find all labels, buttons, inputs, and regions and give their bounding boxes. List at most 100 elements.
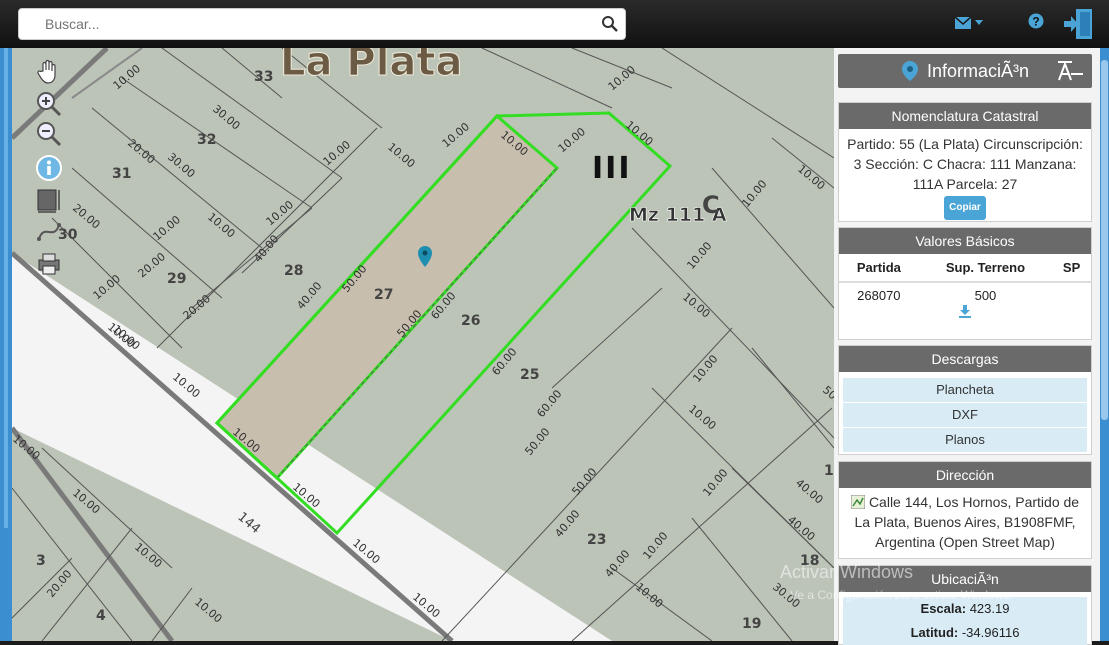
dimension-label: 30.00 — [770, 580, 802, 610]
top-bar: ? — [0, 0, 1109, 48]
zoom-out-tool[interactable] — [35, 120, 63, 148]
nomenclatura-section: Nomenclatura Catastral Partido: 55 (La P… — [838, 102, 1092, 222]
download-dxf-link[interactable]: DXF — [843, 403, 1087, 428]
parcel-number: 19 — [742, 616, 761, 632]
download-icon[interactable] — [958, 304, 972, 318]
column-header: SP — [1052, 254, 1091, 283]
dimension-label: 10.00 — [440, 120, 472, 150]
panel-scrollbar-thumb[interactable] — [1101, 60, 1108, 420]
ubicacion-section: UbicaciÃ³n Escala: 423.19 Latitud: -34.9… — [838, 565, 1092, 645]
descargas-section: Descargas Plancheta DXF Planos — [838, 345, 1092, 455]
measure-line-tool[interactable] — [35, 218, 63, 246]
parcel-number: 29 — [167, 271, 186, 287]
search-icon[interactable] — [601, 15, 619, 33]
dimension-label: 20.00 — [44, 567, 74, 599]
direccion-text: Calle 144, Los Hornos, Partido de La Pla… — [854, 494, 1080, 550]
zoom-in-tool[interactable] — [35, 90, 63, 118]
escala-value: 423.19 — [969, 601, 1010, 616]
dimension-label: 10.00 — [633, 580, 665, 610]
dimension-label: 20.00 — [125, 136, 157, 166]
latitud-label: Latitud: — [910, 625, 959, 640]
search-box — [18, 8, 626, 40]
valores-section: Valores Básicos Partida Sup. Terreno SP … — [838, 227, 1092, 340]
hand-icon — [37, 59, 56, 84]
parcel-number: 23 — [587, 532, 606, 548]
dimension-label: 10.00 — [739, 177, 769, 209]
download-plancheta-link[interactable]: Plancheta — [843, 378, 1087, 403]
info-panel: InformaciÃ³n Nomenclatura Catastral Part… — [834, 48, 1100, 645]
zoom-out-icon — [37, 122, 62, 147]
dimension-label: 60.00 — [534, 387, 564, 419]
left-scroll-thumb[interactable] — [4, 48, 8, 528]
panel-title-bar: InformaciÃ³n — [838, 54, 1092, 88]
dimension-label: 10.00 — [321, 138, 353, 168]
dimension-label: 10.00 — [623, 118, 655, 148]
dimension-label: 50.00 — [569, 465, 599, 497]
search-input[interactable] — [31, 9, 591, 39]
column-header: Partida — [839, 254, 919, 283]
dimension-label: 10.00 — [700, 466, 730, 498]
measure-area-icon — [37, 189, 60, 213]
parcel-number: 33 — [254, 69, 273, 85]
dimension-label: 40.00 — [602, 547, 632, 579]
logout-icon[interactable] — [1064, 8, 1094, 40]
dimension-label: 20.00 — [136, 250, 168, 280]
font-size-icon[interactable] — [1056, 60, 1084, 82]
dimension-label: 10.00 — [795, 162, 827, 192]
dimension-label: 10.00 — [686, 402, 718, 432]
nomenclatura-header: Nomenclatura Catastral — [839, 103, 1091, 129]
dimension-label: 40.00 — [793, 476, 825, 506]
dimension-label: 10.00 — [132, 540, 164, 570]
escala-label: Escala: — [920, 601, 967, 616]
info-icon — [36, 155, 62, 181]
info-tool[interactable] — [35, 154, 63, 182]
dimension-label: 10.00 — [151, 213, 183, 243]
parcel-number: 26 — [461, 313, 480, 329]
ubicacion-header: UbicaciÃ³n — [839, 566, 1091, 592]
parcel-number: 32 — [197, 132, 216, 148]
map-canvas[interactable]: La Plata Mz 111 A III C 144 33 32 31 30 … — [12, 48, 834, 641]
pan-hand-tool[interactable] — [35, 58, 63, 86]
street-144 — [12, 253, 612, 641]
dimension-label: 30.00 — [165, 150, 197, 180]
dimension-label: 10.00 — [192, 595, 224, 625]
dimension-label: 30.00 — [210, 102, 242, 132]
measure-line-icon — [37, 223, 61, 241]
column-header: Sup. Terreno — [918, 254, 1053, 283]
mail-dropdown-icon[interactable] — [955, 16, 985, 30]
dimension-label: 50.00 — [820, 383, 834, 413]
block-letter: C — [702, 191, 720, 219]
latitud-row: Latitud: -34.96116 — [843, 621, 1087, 645]
map-thumbnail-icon — [850, 494, 866, 510]
dimension-label: 10.00 — [684, 239, 714, 271]
measure-area-tool[interactable] — [35, 186, 63, 214]
print-tool[interactable] — [35, 250, 63, 278]
dimension-label: 40.00 — [785, 513, 817, 543]
valores-table: Partida Sup. Terreno SP 268070 500 — [839, 254, 1091, 308]
parcel-number: 31 — [112, 166, 131, 182]
print-icon — [38, 253, 60, 275]
block-roman-number: III — [592, 151, 632, 186]
parcel-number: 4 — [96, 608, 106, 624]
descargas-header: Descargas — [839, 346, 1091, 372]
dimension-label: 10.00 — [385, 140, 417, 170]
dimension-label: 40.00 — [294, 279, 324, 311]
direccion-header: Dirección — [839, 462, 1091, 488]
dimension-label: 50.00 — [522, 425, 552, 457]
zoom-in-icon — [37, 92, 62, 117]
svg-text:?: ? — [1032, 15, 1039, 29]
panel-title: InformaciÃ³n — [926, 60, 1030, 81]
city-label: La Plata — [280, 48, 463, 85]
parcel-number: 28 — [284, 263, 303, 279]
download-planos-link[interactable]: Planos — [843, 428, 1087, 453]
parcel-number: 25 — [520, 367, 539, 383]
parcel-number: 18 — [800, 553, 819, 569]
parcel-number: 27 — [374, 287, 393, 303]
map-svg: La Plata Mz 111 A III C 144 33 32 31 30 … — [12, 48, 834, 641]
escala-row: Escala: 423.19 — [843, 597, 1087, 621]
parcel-number: 3 — [36, 553, 46, 569]
copy-button[interactable]: Copiar — [944, 196, 986, 220]
help-icon[interactable]: ? — [1028, 13, 1044, 29]
direccion-section: Dirección Calle 144, Los Hornos, Partido… — [838, 461, 1092, 559]
valores-header: Valores Básicos — [839, 228, 1091, 254]
